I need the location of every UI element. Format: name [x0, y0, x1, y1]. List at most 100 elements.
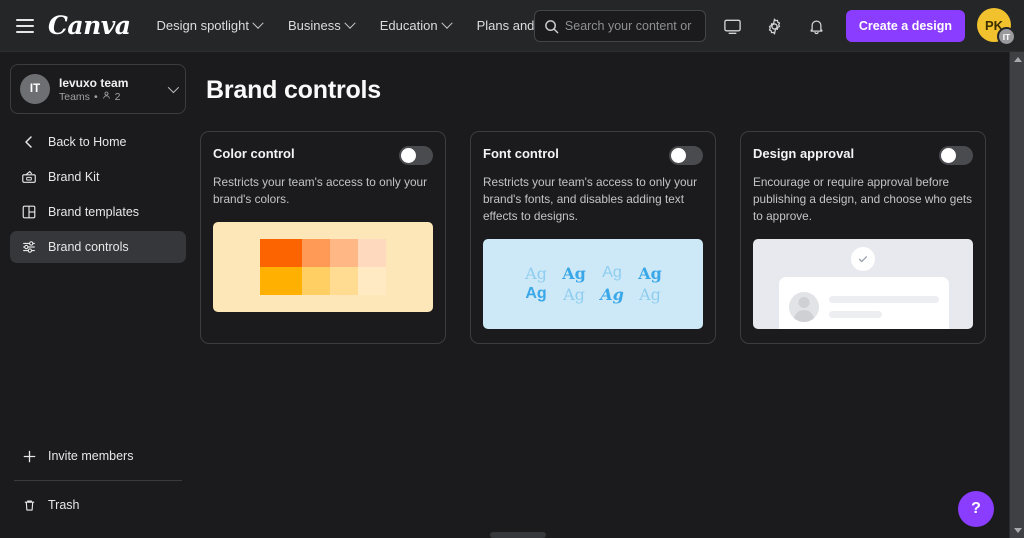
- team-avatar: IT: [20, 74, 50, 104]
- font-samples-preview: Ag Ag Ag Ag Ag Ag Ag Ag: [483, 239, 703, 330]
- card-header: Color control: [213, 146, 433, 165]
- canva-brand-controls-page: Canva Design spotlight Business Educatio…: [0, 0, 1024, 538]
- nav-label: Education: [379, 18, 438, 33]
- sidebar-item-brand-templates[interactable]: Brand templates: [10, 196, 186, 228]
- sidebar-item-brand-controls[interactable]: Brand controls: [10, 231, 186, 263]
- card-font-control: Font control Restricts your team's acces…: [470, 131, 716, 345]
- sidebar-footer: Invite members Trash: [10, 440, 186, 524]
- vertical-scrollbar[interactable]: [1009, 52, 1024, 538]
- font-sample: Ag: [562, 264, 586, 284]
- brand-kit-icon: [20, 168, 38, 186]
- card-design-approval: Design approval Encourage or require app…: [740, 131, 986, 345]
- sidebar-item-trash[interactable]: Trash: [10, 489, 186, 521]
- color-palette-preview: [213, 222, 433, 313]
- chevron-left-icon: [20, 133, 38, 151]
- sidebar-item-brand-kit[interactable]: Brand Kit: [10, 161, 186, 193]
- swatch: [260, 239, 302, 268]
- chevron-down-icon: [344, 17, 356, 29]
- hamburger-icon[interactable]: [16, 18, 34, 33]
- search-input[interactable]: [564, 19, 705, 33]
- sidebar-item-label: Back to Home: [48, 135, 127, 149]
- swatch: [260, 267, 302, 296]
- chevron-down-icon: [252, 17, 264, 29]
- placeholder-text-lines: [829, 296, 939, 319]
- design-approval-toggle[interactable]: [939, 146, 973, 165]
- nav-item-design-spotlight[interactable]: Design spotlight: [156, 17, 264, 33]
- sidebar-item-label: Brand Kit: [48, 170, 100, 184]
- team-meta: Teams • 2: [59, 91, 168, 103]
- avatar-placeholder-icon: [789, 292, 819, 323]
- search-icon: [544, 19, 559, 39]
- font-sample: Ag: [525, 285, 547, 303]
- brand-templates-icon: [20, 203, 38, 221]
- create-a-design-button[interactable]: Create a design: [845, 10, 965, 42]
- canva-logo[interactable]: Canva: [48, 11, 131, 40]
- swatch: [330, 267, 358, 296]
- placeholder-line: [829, 296, 939, 304]
- scroll-up-arrow-icon[interactable]: [1010, 52, 1024, 67]
- sidebar: IT Ievuxo team Teams • 2 Back to Home Br…: [0, 52, 196, 538]
- brand-controls-cards: Color control Restricts your team's acce…: [200, 131, 986, 345]
- sidebar-item-label: Brand templates: [48, 205, 140, 219]
- horizontal-scrollbar-thumb[interactable]: [490, 532, 546, 538]
- card-header: Font control: [483, 146, 703, 165]
- page-title: Brand controls: [206, 76, 381, 104]
- team-switcher[interactable]: IT Ievuxo team Teams • 2: [10, 64, 186, 114]
- help-button[interactable]: ?: [958, 491, 994, 527]
- font-sample: Ag: [638, 264, 662, 284]
- header-actions: Create a design PK IT: [533, 0, 1024, 52]
- sidebar-item-back-to-home[interactable]: Back to Home: [10, 126, 186, 158]
- font-sample: Ag: [525, 264, 547, 284]
- swatch: [302, 267, 330, 296]
- font-sample: Ag: [602, 264, 622, 282]
- plus-icon: [20, 447, 38, 465]
- card-header: Design approval: [753, 146, 973, 165]
- chevron-down-icon: [440, 17, 453, 29]
- sidebar-nav: Back to Home Brand Kit Brand templates B…: [10, 126, 186, 263]
- display-icon[interactable]: [718, 11, 748, 41]
- font-sample: Ag: [563, 285, 585, 305]
- top-header: Canva Design spotlight Business Educatio…: [0, 0, 1024, 52]
- members-count: 2: [114, 90, 121, 103]
- swatch: [358, 239, 386, 268]
- bell-icon[interactable]: [802, 11, 832, 41]
- card-description: Restricts your team's access to only you…: [213, 175, 428, 207]
- toggle-knob: [941, 148, 956, 163]
- horizontal-scrollbar[interactable]: [0, 530, 1009, 538]
- avatar[interactable]: PK IT: [977, 8, 1016, 46]
- toggle-knob: [671, 148, 686, 163]
- approval-card-preview: [753, 239, 973, 330]
- sidebar-item-invite-members[interactable]: Invite members: [10, 440, 186, 472]
- avatar-team-badge: IT: [997, 27, 1016, 46]
- card-description: Encourage or require approval before pub…: [753, 175, 973, 224]
- card-title: Design approval: [753, 146, 855, 161]
- font-control-toggle[interactable]: [669, 146, 703, 165]
- sidebar-divider: [14, 480, 182, 481]
- nav-item-education[interactable]: Education: [379, 17, 453, 33]
- nav-item-business[interactable]: Business: [288, 17, 356, 33]
- scroll-down-arrow-icon[interactable]: [1010, 523, 1024, 538]
- search-box[interactable]: [533, 10, 706, 42]
- chevron-down-icon: [167, 81, 180, 94]
- nav-label: Business: [288, 18, 341, 33]
- card-description: Restricts your team's access to only you…: [483, 175, 698, 224]
- font-sample: Ag: [639, 285, 661, 305]
- members-icon: [102, 91, 111, 103]
- nav-label: Design spotlight: [156, 18, 250, 33]
- gear-icon[interactable]: [760, 11, 790, 41]
- card-title: Color control: [213, 146, 295, 161]
- swatch-grid: [260, 239, 386, 296]
- sidebar-item-label: Brand controls: [48, 240, 129, 254]
- team-type: Teams: [59, 90, 90, 103]
- main-content: Brand controls Color control Restricts y…: [196, 52, 1006, 538]
- meta-separator: •: [93, 90, 98, 103]
- card-color-control: Color control Restricts your team's acce…: [200, 131, 446, 345]
- color-control-toggle[interactable]: [399, 146, 433, 165]
- font-sample: Ag: [600, 285, 624, 305]
- swatch: [358, 267, 386, 296]
- team-name: Ievuxo team: [59, 75, 129, 90]
- sidebar-item-label: Trash: [48, 498, 80, 512]
- trash-icon: [20, 496, 38, 514]
- placeholder-line: [829, 311, 882, 319]
- swatch: [330, 239, 358, 268]
